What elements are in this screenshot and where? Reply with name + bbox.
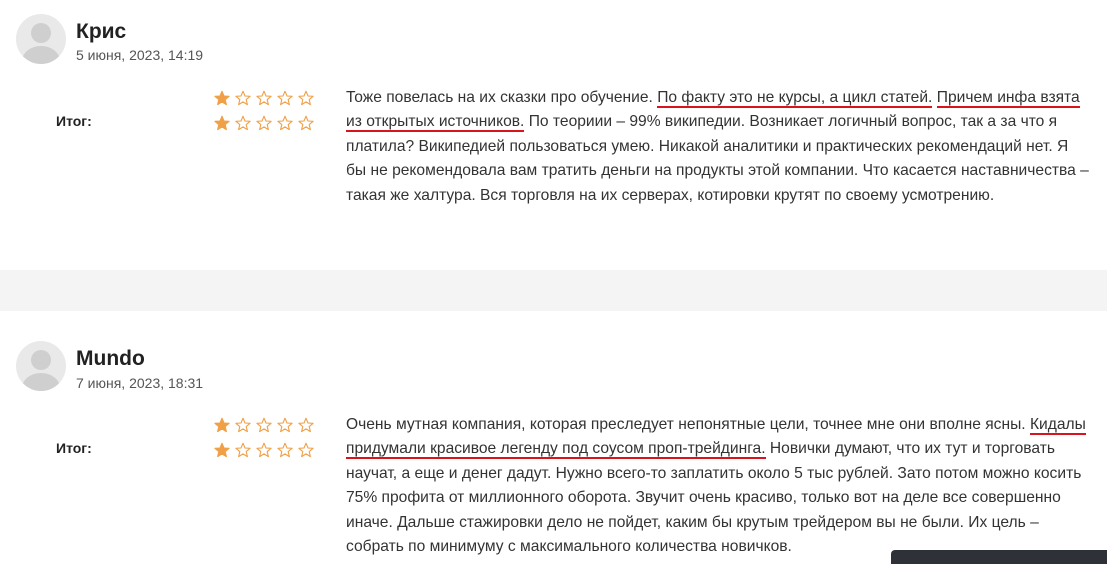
rating-stars	[214, 115, 314, 131]
star-empty-icon	[277, 417, 293, 433]
total-label: Итог:	[56, 440, 92, 456]
total-label: Итог:	[56, 113, 92, 129]
popup-corner[interactable]	[891, 550, 1107, 564]
star-empty-icon	[235, 442, 251, 458]
star-empty-icon	[256, 90, 272, 106]
star-empty-icon	[298, 115, 314, 131]
star-empty-icon	[256, 442, 272, 458]
avatar	[16, 14, 66, 64]
rating-stars	[214, 90, 314, 106]
review-date: 5 июня, 2023, 14:19	[76, 47, 204, 63]
star-empty-icon	[277, 442, 293, 458]
review-author: Крис	[76, 20, 127, 43]
highlighted-phrase: По факту это не курсы, а цикл статей.	[657, 89, 933, 108]
star-filled-icon	[214, 90, 230, 106]
review-card: Крис 5 июня, 2023, 14:19 Итог: Тоже пове…	[0, 0, 1107, 270]
star-empty-icon	[235, 417, 251, 433]
review-text: Очень мутная компания, которая преследуе…	[346, 416, 1086, 556]
rating-stars	[214, 417, 314, 433]
avatar	[16, 341, 66, 391]
star-filled-icon	[214, 417, 230, 433]
star-empty-icon	[277, 90, 293, 106]
star-empty-icon	[298, 417, 314, 433]
star-filled-icon	[214, 442, 230, 458]
review-text: Тоже повелась на их сказки про обучение.…	[346, 89, 1089, 204]
review-date: 7 июня, 2023, 18:31	[76, 375, 204, 391]
star-empty-icon	[235, 115, 251, 131]
review-card: Mundo 7 июня, 2023, 18:31 Итог: Очень му…	[0, 311, 1107, 564]
star-empty-icon	[256, 115, 272, 131]
rating-stars	[214, 442, 314, 458]
star-empty-icon	[277, 115, 293, 131]
star-filled-icon	[214, 115, 230, 131]
star-empty-icon	[298, 442, 314, 458]
star-empty-icon	[256, 417, 272, 433]
star-empty-icon	[235, 90, 251, 106]
star-empty-icon	[298, 90, 314, 106]
review-separator	[0, 270, 1107, 311]
review-author: Mundo	[76, 347, 145, 370]
